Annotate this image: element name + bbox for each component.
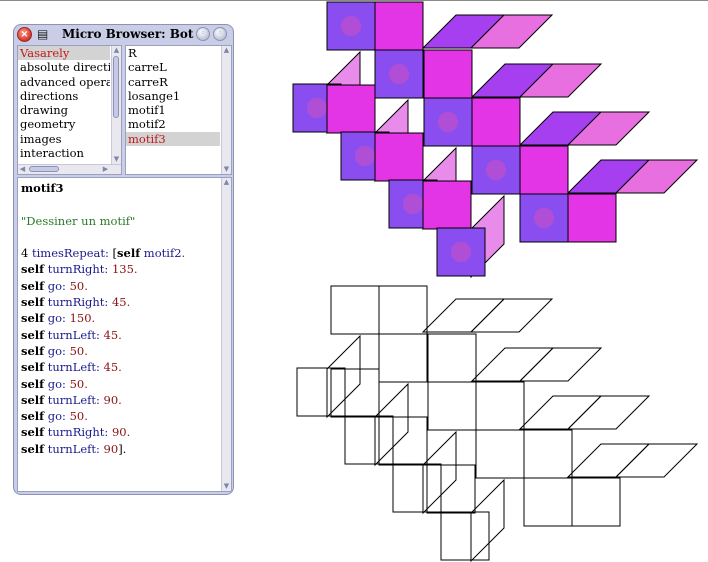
square-tile xyxy=(423,49,473,99)
slanted-outline xyxy=(374,382,409,467)
square-tile xyxy=(374,132,424,182)
square-tile xyxy=(326,84,376,134)
square-tile xyxy=(426,464,476,514)
tile-dot xyxy=(341,16,361,36)
square-tile xyxy=(571,477,621,527)
tile-dot xyxy=(486,160,506,180)
tile-dot xyxy=(403,194,423,214)
square-tile xyxy=(567,193,617,243)
square-tile xyxy=(475,381,525,431)
tile-dot xyxy=(451,242,471,262)
rhombus-outline xyxy=(566,443,651,478)
square-tile xyxy=(344,415,394,465)
slanted-outline xyxy=(470,478,505,562)
square-tile xyxy=(523,477,573,527)
slanted-outline xyxy=(422,430,457,515)
rhombus-outline xyxy=(469,298,554,333)
square-tile xyxy=(471,97,521,147)
square-tile xyxy=(427,333,477,383)
tile-dot xyxy=(389,64,409,84)
rhombus-outline xyxy=(518,347,603,382)
square-tile xyxy=(378,333,428,383)
rhombus-outline xyxy=(566,395,651,430)
square-tile xyxy=(523,429,573,479)
turtle-drawing-canvas xyxy=(292,1,699,562)
square-tile xyxy=(296,367,346,417)
tile-dot xyxy=(438,112,458,132)
square-tile xyxy=(330,285,380,335)
square-tile xyxy=(330,368,380,418)
rhombus-outline xyxy=(518,395,603,430)
slanted-outline xyxy=(326,334,361,419)
square-tile xyxy=(519,145,569,195)
square-tile xyxy=(374,1,424,51)
square-tile xyxy=(378,416,428,466)
rhombus-outline xyxy=(614,443,699,478)
square-tile xyxy=(422,180,472,230)
square-tile xyxy=(475,429,525,479)
square-tile xyxy=(392,463,442,513)
rhombus-outline xyxy=(421,298,506,333)
square-tile xyxy=(378,285,428,335)
colored-vasarely-pattern xyxy=(292,1,699,279)
rhombus-outline xyxy=(470,347,555,382)
square-tile xyxy=(427,381,477,431)
tile-dot xyxy=(355,146,375,166)
outline-vasarely-pattern xyxy=(296,285,699,562)
tile-dot xyxy=(307,98,327,118)
square-tile xyxy=(440,511,490,561)
tile-dot xyxy=(534,208,554,228)
